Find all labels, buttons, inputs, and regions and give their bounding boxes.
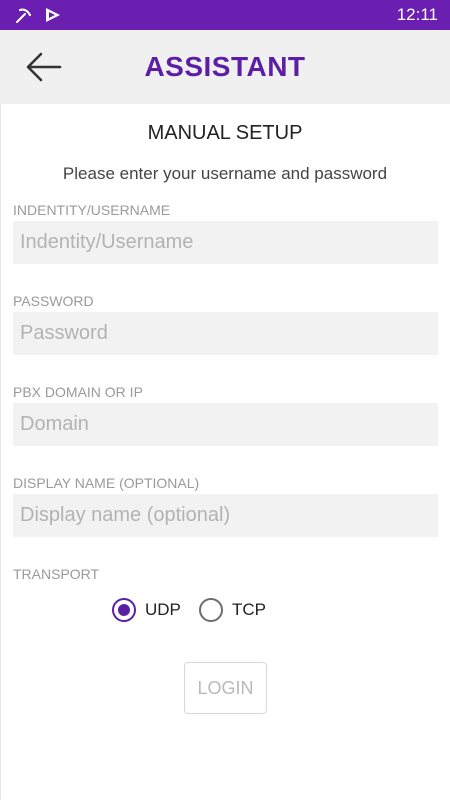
tcp-radio[interactable]: TCP (199, 597, 266, 623)
manual-setup-title: MANUAL SETUP (147, 122, 303, 144)
pickaxe-icon (16, 8, 32, 23)
back-button[interactable] (22, 48, 66, 86)
udp-radio[interactable]: UDP (112, 597, 181, 623)
domain-input[interactable] (13, 403, 438, 446)
radio-checked-icon (112, 598, 136, 622)
left-edge-divider (0, 104, 1, 800)
udp-radio-label: UDP (145, 600, 181, 619)
transport-label: TRANSPORT (13, 566, 100, 582)
status-bar: 12:11 (0, 0, 450, 30)
setup-instructions: Please enter your username and password (62, 164, 388, 183)
tcp-radio-label: TCP (232, 600, 266, 619)
page-title: ASSISTANT (144, 51, 306, 82)
screen: 12:11 ASSISTANT MANUAL SETUP Please ente… (0, 0, 450, 800)
app-header: ASSISTANT (0, 30, 450, 104)
radio-unchecked-icon (199, 598, 223, 622)
arrow-left-icon (26, 52, 62, 82)
domain-label: PBX DOMAIN OR IP (13, 384, 143, 400)
display-name-label: DISPLAY NAME (OPTIONAL) (13, 475, 200, 491)
display-name-input[interactable] (13, 494, 438, 537)
password-label: PASSWORD (13, 293, 94, 309)
login-button[interactable]: LOGIN (184, 662, 267, 714)
username-input[interactable] (13, 221, 438, 264)
password-input[interactable] (13, 312, 438, 355)
play-store-icon (46, 8, 60, 22)
username-label: INDENTITY/USERNAME (13, 202, 171, 218)
status-time: 12:11 (396, 5, 438, 24)
